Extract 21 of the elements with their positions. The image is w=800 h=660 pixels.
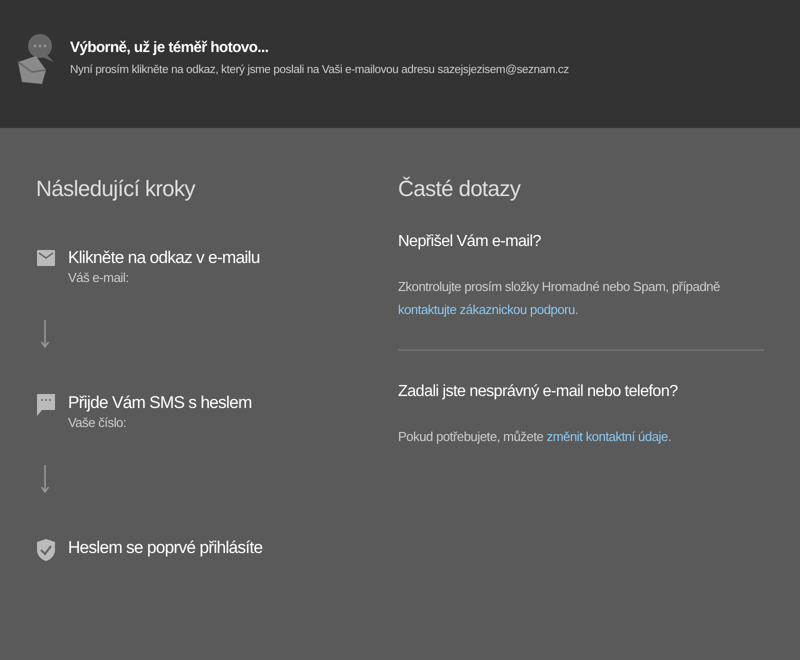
down-arrow-icon [40, 319, 50, 349]
faq-answer: Zkontrolujte prosím složky Hromadné nebo Spam, případně kontaktujte zákaznickou podporu. [398, 278, 721, 319]
step-title: Klikněte na odkaz v e-mailu [68, 248, 260, 268]
down-arrow-icon [40, 464, 50, 494]
faq-link[interactable]: změnit kontaktní údaje. [546, 429, 672, 444]
faq-link[interactable]: kontaktujte zákaznickou podporu. [398, 302, 578, 317]
step-detail: Váš e-mail: [68, 270, 130, 285]
shield-check-icon [36, 538, 56, 562]
step-title: Přijde Vám SMS s heslem [68, 393, 252, 413]
header-message: Nyní prosím klikněte na odkaz, který jsme poslali na Vaši e-mailovou adresu sazejsjezisem@seznam.cz [70, 64, 569, 76]
step-detail: Vaše číslo: [68, 415, 128, 430]
faq-question: Nepřišel Vám e-mail? [398, 233, 542, 251]
section-title: Následující kroky [36, 176, 196, 202]
envelope-chat-icon [16, 32, 56, 84]
faq-answer: Pokud potřebujete, můžete změnit kontaktní údaje. [398, 428, 672, 446]
chat-bubble-icon [36, 393, 56, 417]
header-title: Výborně, už je téměř hotovo... [70, 39, 270, 56]
envelope-icon [36, 248, 56, 268]
step-title: Heslem se poprvé přihlásíte [68, 538, 263, 558]
section-title: Časté dotazy [398, 176, 522, 202]
faq-question: Zadali jste nesprávný e-mail nebo telefon? [398, 383, 679, 401]
